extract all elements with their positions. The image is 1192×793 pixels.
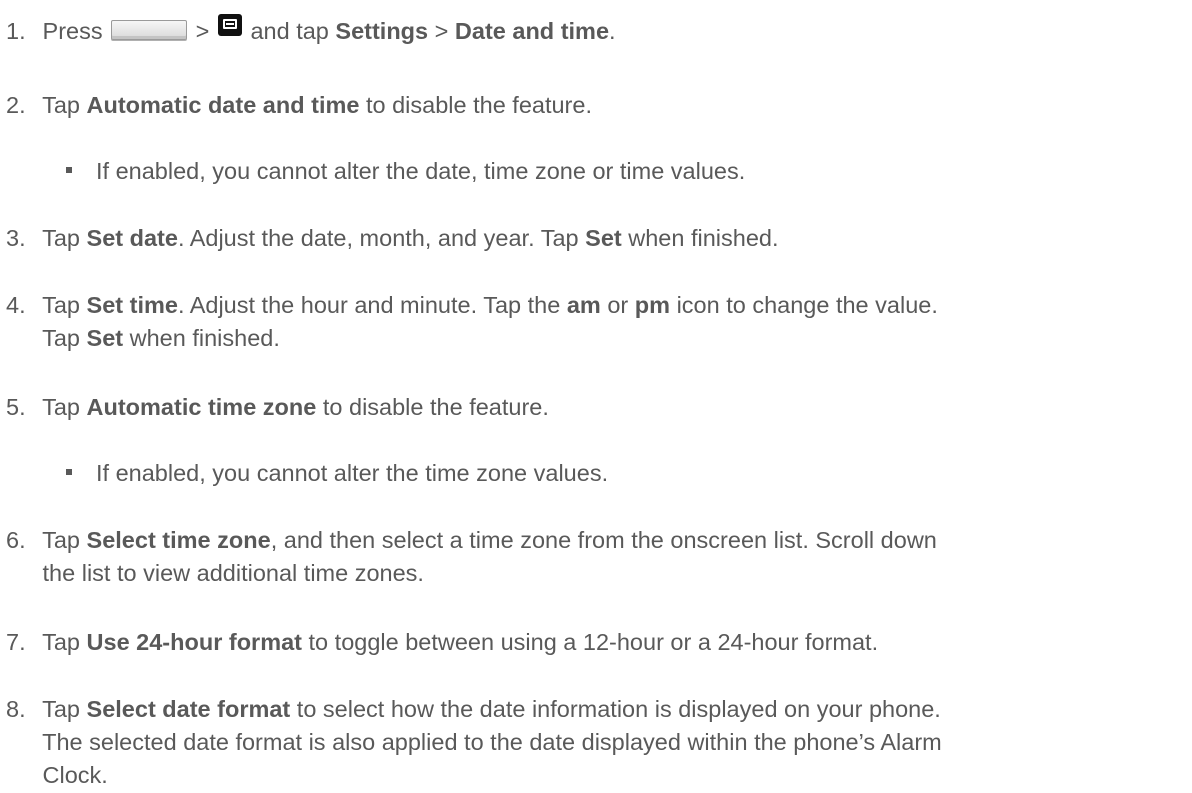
step-6-cont: the list to view additional time zones. — [6, 556, 1188, 590]
step-text: . Adjust the date, month, and year. Tap — [177, 225, 579, 251]
step-text: . Adjust the hour and minute. Tap the — [177, 292, 561, 318]
step-number: 2. — [6, 92, 26, 118]
ui-term: Set — [585, 225, 622, 251]
step-text: Tap — [42, 527, 80, 553]
step-4: 4. Tap Set time. Adjust the hour and min… — [6, 288, 1188, 322]
step-8-cont: The selected date format is also applied… — [6, 725, 1188, 759]
ui-term: am — [566, 292, 601, 318]
step-text: Tap — [42, 92, 80, 118]
step-7: 7. Tap Use 24-hour format to toggle betw… — [6, 625, 1188, 659]
step-text: Tap — [42, 292, 80, 318]
step-text: Tap — [42, 629, 80, 655]
step-text: Tap — [42, 225, 80, 251]
step-text: or — [607, 292, 629, 318]
step-text: when finished. — [129, 325, 280, 351]
step-2-note: If enabled, you cannot alter the date, t… — [66, 154, 1188, 188]
step-4-cont: Tap Set when finished. — [6, 321, 1188, 355]
step-text: to disable the feature. — [365, 92, 592, 118]
step-2: 2. Tap Automatic date and time to disabl… — [6, 88, 1188, 122]
step-text: > — [434, 18, 449, 44]
step-text: the list to view additional time zones. — [42, 560, 424, 586]
ui-term: Use 24-hour format — [86, 629, 302, 655]
step-text: when finished. — [628, 225, 779, 251]
step-number: 6. — [6, 527, 26, 553]
step-text: The selected date format is also applied… — [42, 729, 942, 755]
home-key-icon — [111, 19, 188, 40]
ui-term: Select date format — [86, 696, 291, 722]
step-text: > — [195, 18, 210, 44]
step-3: 3. Tap Set date. Adjust the date, month,… — [6, 221, 1188, 255]
ui-term: pm — [634, 292, 671, 318]
step-5: 5. Tap Automatic time zone to disable th… — [6, 390, 1188, 424]
step-text: to disable the feature. — [322, 394, 549, 420]
step-text: to select how the date information is di… — [296, 696, 941, 722]
note-text: If enabled, you cannot alter the date, t… — [96, 158, 746, 184]
ui-term: Select time zone — [86, 527, 271, 553]
ui-term: Set time — [86, 292, 178, 318]
step-number: 5. — [6, 394, 26, 420]
ui-term: Automatic date and time — [86, 92, 360, 118]
step-number: 3. — [6, 225, 26, 251]
step-text: Clock. — [42, 762, 108, 788]
step-text: to toggle between using a 12-hour or a 2… — [308, 629, 879, 655]
ui-term: Settings — [335, 18, 429, 44]
step-8-cont-2: Clock. — [6, 758, 1188, 792]
step-text: . — [609, 18, 616, 44]
step-text: icon to change the value. — [676, 292, 938, 318]
ui-term: Set date — [86, 225, 178, 251]
ui-term: Set — [86, 325, 124, 351]
step-text: Press — [42, 18, 103, 44]
step-1: 1. Press > and tap Settings > Date and t… — [6, 13, 1188, 48]
step-text: Tap — [42, 696, 80, 722]
bullet-icon — [66, 468, 72, 475]
step-number: 4. — [6, 292, 26, 318]
step-8: 8. Tap Select date format to select how … — [6, 692, 1188, 726]
ui-term: Date and time — [454, 18, 610, 44]
step-text: Tap — [42, 325, 80, 351]
step-number: 1. — [6, 18, 26, 44]
step-number: 8. — [6, 696, 26, 722]
step-text: Tap — [42, 394, 80, 420]
step-text: and tap — [250, 18, 329, 44]
menu-key-icon — [217, 13, 242, 36]
step-5-note: If enabled, you cannot alter the time zo… — [66, 456, 1188, 490]
note-text: If enabled, you cannot alter the time zo… — [96, 460, 609, 486]
ui-term: Automatic time zone — [86, 394, 317, 420]
step-text: , and then select a time zone from the o… — [270, 527, 937, 553]
step-number: 7. — [6, 629, 26, 655]
step-6: 6. Tap Select time zone, and then select… — [6, 523, 1188, 557]
bullet-icon — [66, 166, 72, 173]
